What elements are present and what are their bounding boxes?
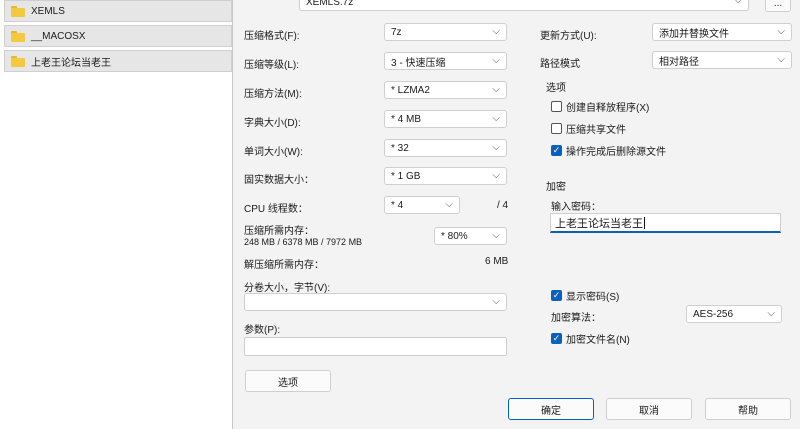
params-input[interactable] xyxy=(244,337,507,356)
volume-combo[interactable]: ⌵ xyxy=(244,293,507,311)
chevron-down-icon: ⌵ xyxy=(777,54,785,65)
help-label: 帮助 xyxy=(738,405,758,417)
update-value: 添加并替换文件 xyxy=(659,28,729,40)
cpu-value: * 4 xyxy=(391,199,404,211)
encrypt-method-label: 加密算法： xyxy=(551,313,601,324)
word-value: * 32 xyxy=(391,142,409,154)
mem-compress-detail: 248 MB / 6378 MB / 7972 MB xyxy=(244,237,363,247)
solid-label: 固实数据大小： xyxy=(244,175,314,186)
shared-checkbox[interactable]: 压缩共享文件 xyxy=(551,121,626,136)
check-icon: ✓ xyxy=(551,333,562,344)
options-group-title: 选项 xyxy=(546,83,566,94)
file-list-item[interactable]: 上老王论坛当老王 xyxy=(4,50,232,72)
sfx-label: 创建自释放程序(X) xyxy=(566,103,650,114)
level-label: 压缩等级(L): xyxy=(244,60,299,71)
browse-label: ... xyxy=(773,0,783,9)
shared-label: 压缩共享文件 xyxy=(566,125,626,136)
delete-after-checkbox[interactable]: ✓ 操作完成后删除源文件 xyxy=(551,143,666,158)
mem-compress-label: 压缩所需内存： xyxy=(244,226,314,237)
help-button[interactable]: 帮助 xyxy=(705,398,791,420)
chevron-down-icon: ⌵ xyxy=(492,113,500,124)
ok-label: 确定 xyxy=(541,405,561,417)
folder-icon xyxy=(11,5,25,17)
method-select[interactable]: * LZMA2 ⌵ xyxy=(384,81,507,99)
dict-select[interactable]: * 4 MB ⌵ xyxy=(384,110,507,128)
mem-decompress-value: 6 MB xyxy=(485,256,509,267)
chevron-down-icon: ⌵ xyxy=(492,84,500,95)
method-value: * LZMA2 xyxy=(391,84,430,96)
update-select[interactable]: 添加并替换文件 ⌵ xyxy=(652,23,792,41)
encrypt-names-label: 加密文件名(N) xyxy=(566,335,630,346)
cancel-button[interactable]: 取消 xyxy=(606,398,692,420)
checkbox-box xyxy=(551,101,562,112)
mem-compress-value: * 80% xyxy=(441,230,468,242)
folder-icon xyxy=(11,55,25,67)
encrypt-method-value: AES-256 xyxy=(693,308,734,320)
password-input[interactable]: 上老王论坛当老王 xyxy=(550,213,781,233)
chevron-down-icon: ⌵ xyxy=(734,0,742,6)
password-value: 上老王论坛当老王 xyxy=(555,217,643,230)
file-name: XEMLS xyxy=(31,5,65,17)
method-label: 压缩方法(M): xyxy=(244,89,302,100)
chevron-down-icon: ⌵ xyxy=(492,230,500,241)
delete-after-label: 操作完成后删除源文件 xyxy=(566,147,666,158)
check-icon: ✓ xyxy=(551,290,562,301)
cpu-max: / 4 xyxy=(497,200,509,211)
check-icon: ✓ xyxy=(551,145,562,156)
path-mode-value: 相对路径 xyxy=(659,56,699,68)
solid-value: * 1 GB xyxy=(391,170,421,182)
level-select[interactable]: 3 - 快速压缩 ⌵ xyxy=(384,52,507,70)
word-label: 单词大小(W): xyxy=(244,147,303,158)
file-list-item[interactable]: XEMLS xyxy=(4,0,232,22)
path-mode-select[interactable]: 相对路径 ⌵ xyxy=(652,51,792,69)
archive-path-value: XEMLS.7z xyxy=(306,0,354,8)
chevron-down-icon: ⌵ xyxy=(492,142,500,153)
path-mode-label: 路径模式 xyxy=(540,59,580,70)
solid-select[interactable]: * 1 GB ⌵ xyxy=(384,167,507,185)
chevron-down-icon: ⌵ xyxy=(445,199,453,210)
params-label: 参数(P): xyxy=(244,325,281,336)
chevron-down-icon: ⌵ xyxy=(492,170,500,181)
chevron-down-icon: ⌵ xyxy=(492,55,500,66)
encrypt-group-title: 加密 xyxy=(546,182,566,193)
update-label: 更新方式(U): xyxy=(540,31,597,42)
word-select[interactable]: * 32 ⌵ xyxy=(384,139,507,157)
chevron-down-icon: ⌵ xyxy=(777,26,785,37)
file-name: __MACOSX xyxy=(31,30,86,42)
encrypt-method-select[interactable]: AES-256 ⌵ xyxy=(686,305,782,323)
mem-compress-select[interactable]: * 80% ⌵ xyxy=(434,227,507,245)
text-caret xyxy=(644,216,645,229)
cancel-label: 取消 xyxy=(639,405,659,417)
format-select[interactable]: 7z ⌵ xyxy=(384,23,507,41)
options-button[interactable]: 选项 xyxy=(245,370,331,392)
dict-label: 字典大小(D): xyxy=(244,118,301,129)
folder-icon xyxy=(11,30,25,42)
cpu-label: CPU 线程数： xyxy=(244,204,308,215)
volume-label: 分卷大小，字节(V): xyxy=(244,283,331,294)
sfx-checkbox[interactable]: 创建自释放程序(X) xyxy=(551,99,649,114)
show-password-checkbox[interactable]: ✓ 显示密码(S) xyxy=(551,288,619,303)
browse-button[interactable]: ... xyxy=(765,0,791,12)
file-list-item[interactable]: __MACOSX xyxy=(4,25,232,47)
add-to-archive-dialog: XEMLS.7z ⌵ ... 压缩格式(F): 7z ⌵ 压缩等级(L): 3 … xyxy=(232,0,800,429)
cpu-select[interactable]: * 4 ⌵ xyxy=(384,196,460,214)
chevron-down-icon: ⌵ xyxy=(492,296,500,307)
mem-decompress-label: 解压缩所需内存： xyxy=(244,260,324,271)
dict-value: * 4 MB xyxy=(391,113,422,125)
archive-path-combo[interactable]: XEMLS.7z ⌵ xyxy=(299,0,749,11)
password-label: 输入密码： xyxy=(551,202,601,213)
file-name: 上老王论坛当老王 xyxy=(31,57,111,69)
level-value: 3 - 快速压缩 xyxy=(391,57,446,69)
format-label: 压缩格式(F): xyxy=(244,31,300,42)
chevron-down-icon: ⌵ xyxy=(767,308,775,319)
format-value: 7z xyxy=(391,26,402,38)
options-button-label: 选项 xyxy=(278,377,298,389)
checkbox-box xyxy=(551,123,562,134)
chevron-down-icon: ⌵ xyxy=(492,26,500,37)
show-password-label: 显示密码(S) xyxy=(566,292,620,303)
ok-button[interactable]: 确定 xyxy=(508,398,594,420)
encrypt-names-checkbox[interactable]: ✓ 加密文件名(N) xyxy=(551,331,630,346)
file-list-pane: XEMLS __MACOSX 上老王论坛当老王 xyxy=(0,0,232,429)
